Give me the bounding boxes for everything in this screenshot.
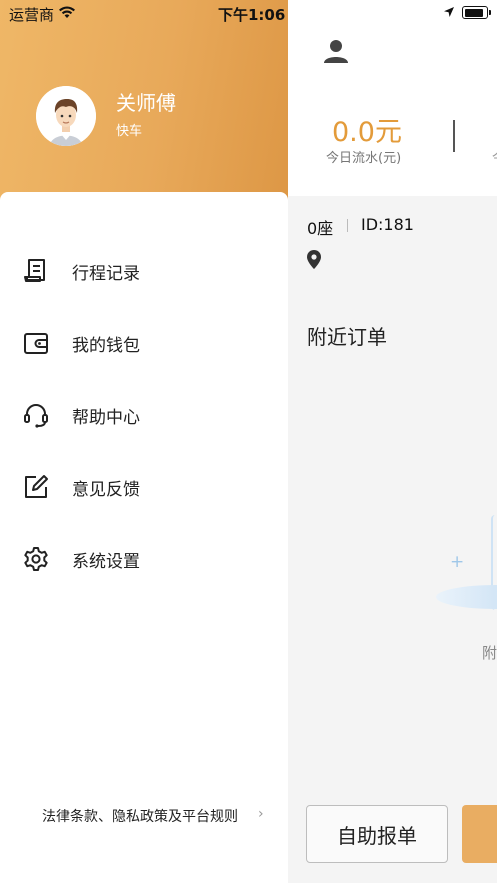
user-icon[interactable] xyxy=(323,38,349,64)
empty-illustration xyxy=(436,585,497,609)
location-pin-icon xyxy=(307,250,321,269)
location-arrow-icon xyxy=(444,7,454,17)
menu-item-label: 我的钱包 xyxy=(72,336,140,356)
clock: 下午1:06 xyxy=(218,6,286,24)
today-earnings-value: 0.0元 xyxy=(332,117,402,148)
trip-record-icon xyxy=(24,259,45,282)
status-bar: 运营商 下午1:06 xyxy=(0,0,497,26)
battery-icon xyxy=(462,6,491,19)
seat-count: 0座 xyxy=(307,219,334,238)
empty-state-text-partial: 附 xyxy=(482,644,497,662)
driver-service-type: 快车 xyxy=(116,124,143,139)
menu-item-label: 帮助中心 xyxy=(72,408,140,428)
chevron-right-icon[interactable]: › xyxy=(258,806,264,822)
wallet-icon xyxy=(24,333,48,354)
stat-label-partial: 今 xyxy=(492,147,497,166)
stat-divider xyxy=(453,120,455,152)
carrier-label: 运营商 xyxy=(9,6,55,24)
menu-item-label: 系统设置 xyxy=(72,552,140,572)
sparkle-plus-icon: + xyxy=(450,552,465,572)
side-drawer: 关师傅 快车 行程记录 我的钱包 帮助中心 意见反馈 系统设置 法律条款、隐私政… xyxy=(0,0,288,883)
primary-action-button[interactable] xyxy=(462,805,497,863)
today-earnings-label: 今日流水(元) xyxy=(326,151,402,166)
nearby-orders-title: 附近订单 xyxy=(307,325,387,349)
main-header: 0.0元 今日流水(元) 今 xyxy=(288,0,497,196)
menu-item-label: 行程记录 xyxy=(72,264,140,284)
menu-item-help-center[interactable]: 帮助中心 xyxy=(0,378,288,450)
self-report-button[interactable]: 自助报单 xyxy=(306,805,448,863)
menu-item-settings[interactable]: 系统设置 xyxy=(0,522,288,594)
menu-item-trip-records[interactable]: 行程记录 xyxy=(0,234,288,306)
driver-id: ID:181 xyxy=(361,215,414,234)
menu-item-label: 意见反馈 xyxy=(72,480,140,500)
legal-terms-link[interactable]: 法律条款、隐私政策及平台规则 xyxy=(42,806,238,826)
wifi-icon xyxy=(59,6,75,18)
feedback-edit-icon xyxy=(25,475,48,498)
info-separator xyxy=(347,219,348,232)
main-screen: 0.0元 今日流水(元) 今 0座 ID:181 附近订单 + 附 自助报单 xyxy=(288,0,497,883)
avatar[interactable] xyxy=(36,86,96,146)
driver-name: 关师傅 xyxy=(116,91,176,115)
driver-avatar-image xyxy=(36,86,96,146)
menu-item-feedback[interactable]: 意见反馈 xyxy=(0,450,288,522)
headset-icon xyxy=(24,404,48,428)
gear-icon xyxy=(24,547,48,571)
menu-item-wallet[interactable]: 我的钱包 xyxy=(0,306,288,378)
